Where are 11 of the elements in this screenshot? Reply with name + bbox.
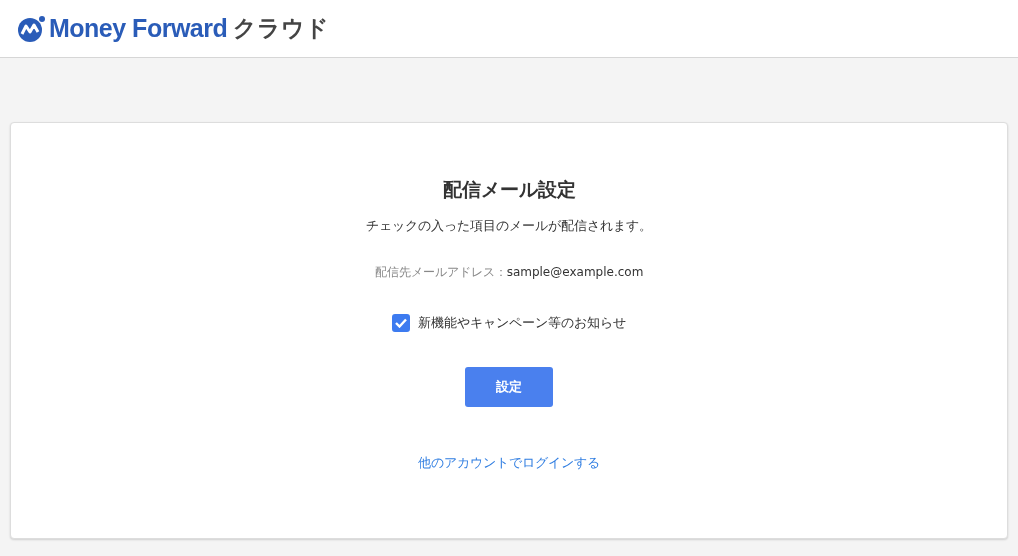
submit-button[interactable]: 設定 bbox=[465, 366, 553, 407]
description-text: チェックの入った項目のメールが配信されます。 bbox=[366, 216, 652, 235]
address-label: 配信先メールアドレス： bbox=[374, 264, 507, 281]
logo-suffix: クラウド bbox=[233, 14, 330, 44]
login-link[interactable]: 他のアカウントでログインする bbox=[418, 452, 600, 472]
checkbox-label: 新機能やキャンペーン等のお知らせ bbox=[418, 314, 626, 332]
logo-text: Money Forward bbox=[49, 12, 228, 44]
page-title: 配信メール設定 bbox=[442, 177, 576, 202]
checkbox[interactable] bbox=[392, 313, 410, 332]
email-address: sample@example.com bbox=[506, 264, 644, 281]
logo-icon bbox=[16, 14, 46, 43]
